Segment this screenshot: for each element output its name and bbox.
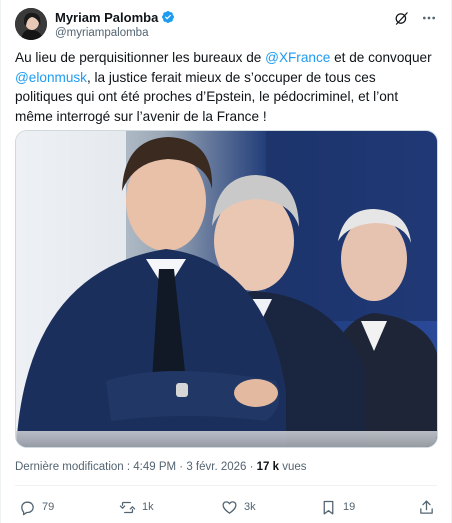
reply-icon xyxy=(21,501,34,515)
bookmark-icon xyxy=(323,500,334,515)
like-count: 3k xyxy=(244,501,256,513)
repost-icon xyxy=(119,501,136,513)
reply-button[interactable]: 79 xyxy=(19,495,54,519)
tweet-actions-bar: 79 1k 3k 19 xyxy=(15,495,437,519)
tweet-time[interactable]: 4:49 PM xyxy=(133,461,176,473)
edited-label[interactable]: Dernière modification : xyxy=(15,461,133,473)
bookmark-count: 19 xyxy=(343,501,356,513)
tweet-date[interactable]: 3 févr. 2026 xyxy=(186,461,246,473)
avatar[interactable] xyxy=(15,8,47,40)
tweet-text: Au lieu de perquisitionner les bureaux d… xyxy=(15,48,435,126)
more-options-icon[interactable] xyxy=(421,10,437,26)
meta-separator: · xyxy=(176,461,187,473)
grok-icon[interactable] xyxy=(393,10,409,26)
reply-count: 79 xyxy=(42,501,55,513)
tweet-card: Myriam Palomba @myriampalomba Au lieu de… xyxy=(0,0,452,523)
bookmark-button[interactable]: 19 xyxy=(320,495,355,519)
divider xyxy=(15,485,437,486)
heart-icon xyxy=(222,500,237,514)
tweet-photo[interactable] xyxy=(15,130,438,448)
author-handle[interactable]: @myriampalomba xyxy=(55,27,175,39)
mention-link-xfrance[interactable]: @XFrance xyxy=(265,50,330,65)
tweet-text-part: et de convoquer xyxy=(330,50,432,65)
share-icon xyxy=(420,499,433,514)
repost-count: 1k xyxy=(142,501,154,513)
tweet-metadata: Dernière modification : 4:49 PM · 3 févr… xyxy=(15,461,307,473)
header-actions xyxy=(393,10,437,26)
tweet-header: Myriam Palomba @myriampalomba xyxy=(15,8,437,42)
views-label: vues xyxy=(279,461,307,473)
mention-link-elonmusk[interactable]: @elonmusk xyxy=(15,70,87,85)
verified-badge-icon xyxy=(162,11,175,23)
like-button[interactable]: 3k xyxy=(221,495,256,519)
repost-button[interactable]: 1k xyxy=(119,495,154,519)
tweet-text-part: Au lieu de perquisitionner les bureaux d… xyxy=(15,50,266,65)
meta-separator: · xyxy=(246,461,257,473)
views-count: 17 k xyxy=(256,461,280,473)
author-info: Myriam Palomba @myriampalomba xyxy=(55,9,175,39)
share-button[interactable] xyxy=(418,495,435,519)
author-display-name[interactable]: Myriam Palomba xyxy=(55,10,158,25)
